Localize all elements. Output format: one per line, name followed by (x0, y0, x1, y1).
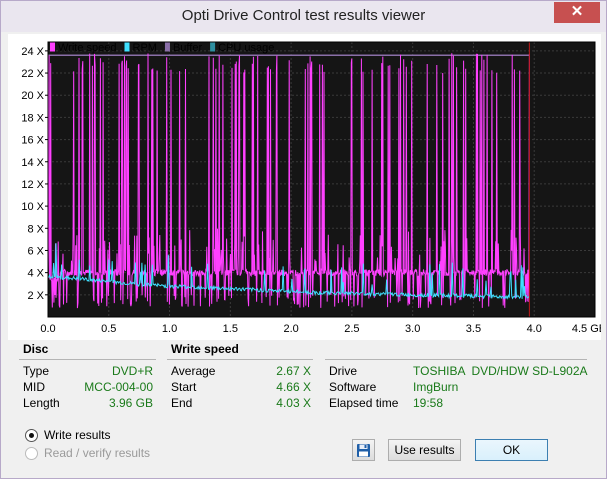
disc-divider (19, 359, 156, 360)
y-tick-label: 18 X (21, 112, 44, 124)
y-tick-label: 2 X (27, 290, 44, 302)
average-speed-value: 2.67 X (276, 364, 311, 378)
legend-label: Write speed (58, 42, 117, 54)
x-tick-label: 1.5 (223, 323, 238, 335)
disc-length-value: 3.96 GB (108, 396, 153, 410)
read-verify-results-label: Read / verify results (44, 446, 151, 460)
use-results-button[interactable]: Use results (388, 439, 461, 461)
x-tick-label: 3.5 (466, 323, 481, 335)
software-value: ImgBurn (413, 380, 459, 394)
y-tick-label: 20 X (21, 90, 44, 102)
legend-swatch (164, 42, 170, 52)
end-speed-value: 4.03 X (276, 396, 311, 410)
read-verify-results-radio (25, 446, 38, 460)
disc-type-value: DVD+R (111, 364, 153, 378)
floppy-disk-icon (357, 444, 370, 457)
start-speed-value: 4.66 X (276, 380, 311, 394)
y-tick-label: 4 X (27, 268, 44, 280)
x-tick-label: 0.5 (101, 323, 116, 335)
write-results-radio[interactable] (25, 428, 38, 442)
elapsed-time-label: Elapsed time (329, 396, 399, 410)
write-results-label: Write results (44, 428, 111, 442)
start-speed-label: Start (171, 380, 197, 394)
chart-svg: 2 X 4 X 6 X 8 X 10 X 12 X 14 X 16 X 18 X 20 X 22 X… (8, 34, 601, 340)
ok-button[interactable]: OK (475, 439, 548, 461)
end-speed-label: End (171, 396, 193, 410)
y-tick-label: 24 X (21, 46, 44, 58)
y-tick-label: 12 X (21, 179, 44, 191)
drive-info-divider (325, 359, 587, 360)
y-tick-label: 6 X (27, 245, 44, 257)
window-title: Opti Drive Control test results viewer (181, 7, 426, 24)
write-speed-chart: 2 X 4 X 6 X 8 X 10 X 12 X 14 X 16 X 18 X 20 X 22 X… (8, 34, 601, 340)
disc-mid-label: MID (23, 380, 45, 394)
x-tick-label: 3.0 (405, 323, 420, 335)
results-viewer-window: Opti Drive Control test results viewer ✕… (0, 0, 607, 479)
average-speed-label: Average (171, 364, 216, 378)
write-speed-section-title: Write speed (171, 342, 239, 356)
software-label: Software (329, 380, 377, 394)
write-speed-divider (167, 359, 313, 360)
y-tick-label: 8 X (27, 223, 44, 235)
legend-swatch (50, 42, 55, 52)
read-verify-results-option: Read / verify results (25, 446, 150, 460)
y-tick-label: 14 X (21, 157, 44, 169)
drive-value: TOSHIBA DVD/HDW SD-L902A (413, 364, 588, 378)
write-results-option[interactable]: Write results (25, 428, 110, 442)
x-tick-label: 2.5 (344, 323, 359, 335)
x-tick-label: 0.0 (40, 323, 55, 335)
title-bar: Opti Drive Control test results viewer ✕ (1, 1, 606, 32)
legend-swatch (210, 42, 216, 52)
disc-mid-value: MCC-004-00 (84, 380, 153, 394)
legend-label: Buffer (173, 42, 202, 54)
y-tick-label: 22 X (21, 68, 44, 80)
elapsed-time-value: 19:58 (413, 396, 444, 410)
x-tick-label: 4.5 GB (572, 323, 601, 335)
x-tick-label: 4.0 (527, 323, 542, 335)
disc-section-title: Disc (23, 342, 49, 356)
disc-type-label: Type (23, 364, 50, 378)
save-button[interactable] (352, 439, 375, 461)
disc-length-label: Length (23, 396, 60, 410)
x-tick-label: 1.0 (162, 323, 177, 335)
y-tick-label: 16 X (21, 135, 44, 147)
x-tick-label: 2.0 (283, 323, 298, 335)
drive-label: Drive (329, 364, 358, 378)
legend-swatch (124, 42, 130, 52)
legend-label: RPM (133, 42, 157, 54)
legend-label: CPU usage (218, 42, 274, 54)
close-button[interactable]: ✕ (554, 2, 600, 23)
y-tick-label: 10 X (21, 201, 44, 213)
